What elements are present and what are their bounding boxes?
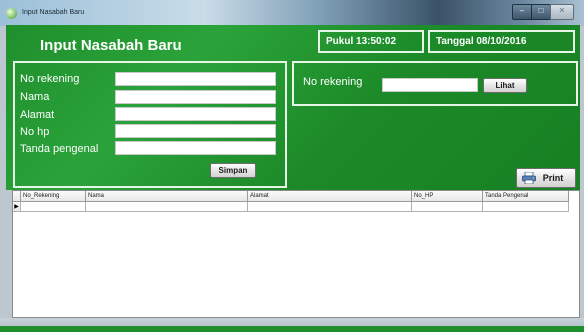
no-rekening-label: No rekening <box>20 73 80 85</box>
minimize-icon: – <box>519 6 525 15</box>
tanda-pengenal-input[interactable] <box>115 141 276 155</box>
form-title: Input Nasabah Baru <box>40 37 182 54</box>
app-icon <box>6 8 17 19</box>
nama-input[interactable] <box>115 90 276 104</box>
search-no-rekening-input[interactable] <box>382 78 478 92</box>
tanda-pengenal-label: Tanda pengenal <box>20 143 99 155</box>
lihat-button[interactable]: Lihat <box>483 78 527 93</box>
column-no-hp[interactable]: No_HP <box>412 191 483 202</box>
print-button[interactable]: Print <box>516 168 576 188</box>
grid-header-row: No_Rekening Nama Alamat No_HP Tanda Peng… <box>13 191 579 202</box>
nasabah-grid[interactable]: No_Rekening Nama Alamat No_HP Tanda Peng… <box>12 190 580 318</box>
app-window: Input Nasabah Baru – □ ✕ Input Nasabah B… <box>0 0 584 332</box>
no-rekening-input[interactable] <box>115 72 276 86</box>
column-no-rekening[interactable]: No_Rekening <box>21 191 86 202</box>
table-row[interactable]: ▶ <box>13 202 579 212</box>
title-bar[interactable]: Input Nasabah Baru – □ ✕ <box>0 0 584 26</box>
cell-tanda-pengenal[interactable] <box>483 202 569 212</box>
print-label: Print <box>542 173 564 183</box>
minimize-button[interactable]: – <box>512 4 532 20</box>
simpan-button[interactable]: Simpan <box>210 163 256 178</box>
no-hp-label: No hp <box>20 126 50 138</box>
cell-nama[interactable] <box>86 202 248 212</box>
column-nama[interactable]: Nama <box>86 191 248 202</box>
close-icon: ✕ <box>558 6 566 15</box>
grid-corner <box>13 191 21 202</box>
column-alamat[interactable]: Alamat <box>248 191 412 202</box>
search-no-rekening-label: No rekening <box>303 76 363 88</box>
close-button[interactable]: ✕ <box>550 4 574 20</box>
green-bottom-edge <box>0 326 584 332</box>
printer-icon <box>522 172 536 184</box>
maximize-button[interactable]: □ <box>531 4 551 20</box>
maximize-icon: □ <box>538 6 544 15</box>
cell-alamat[interactable] <box>248 202 412 212</box>
no-hp-input[interactable] <box>115 124 276 138</box>
alamat-label: Alamat <box>20 109 55 121</box>
row-selector-icon[interactable]: ▶ <box>13 202 21 212</box>
nama-label: Nama <box>20 91 50 103</box>
alamat-input[interactable] <box>115 107 276 121</box>
column-tanda-pengenal[interactable]: Tanda Pengenal <box>483 191 569 202</box>
date-display: Tanggal 08/10/2016 <box>428 30 575 53</box>
cell-no-hp[interactable] <box>412 202 483 212</box>
time-display: Pukul 13:50:02 <box>318 30 424 53</box>
window-title: Input Nasabah Baru <box>22 9 85 16</box>
cell-no-rekening[interactable] <box>21 202 86 212</box>
